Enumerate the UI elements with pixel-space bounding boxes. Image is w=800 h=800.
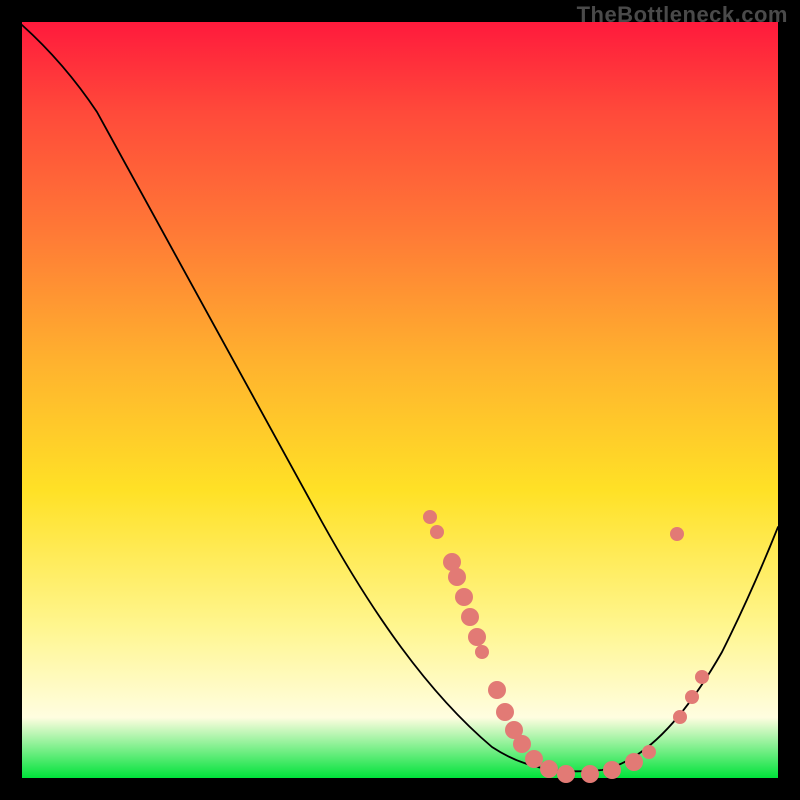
data-point <box>455 588 473 606</box>
data-point <box>448 568 466 586</box>
data-point <box>430 525 444 539</box>
data-point <box>670 527 684 541</box>
data-point <box>642 745 656 759</box>
data-point <box>581 765 599 783</box>
data-point <box>557 765 575 783</box>
data-point <box>540 760 558 778</box>
data-point <box>496 703 514 721</box>
data-point <box>625 753 643 771</box>
plot-area <box>22 22 778 778</box>
bottleneck-curve <box>22 25 778 771</box>
data-point <box>468 628 486 646</box>
data-point <box>673 710 687 724</box>
data-point <box>603 761 621 779</box>
data-point <box>488 681 506 699</box>
data-point <box>513 735 531 753</box>
data-point <box>685 690 699 704</box>
data-point <box>695 670 709 684</box>
data-point <box>525 750 543 768</box>
data-point <box>475 645 489 659</box>
chart-svg <box>22 22 778 778</box>
data-points <box>423 510 709 783</box>
data-point <box>423 510 437 524</box>
chart-frame: TheBottleneck.com <box>0 0 800 800</box>
watermark-text: TheBottleneck.com <box>577 2 788 28</box>
data-point <box>461 608 479 626</box>
